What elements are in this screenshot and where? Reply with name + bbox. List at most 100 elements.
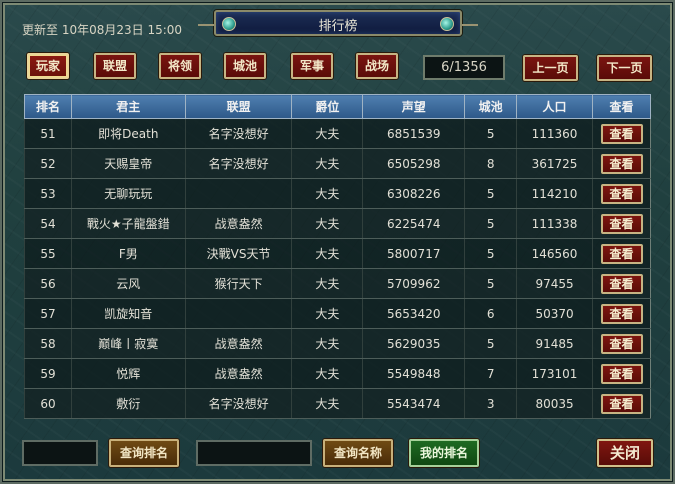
column-header-lord: 君主: [70, 94, 186, 119]
next-page-button[interactable]: 下一页: [597, 55, 652, 81]
title-cell: 大夫: [291, 148, 363, 179]
prestige-cell: 5709962: [362, 268, 465, 299]
update-time-label: 更新至 10年08月23日 15:00: [22, 23, 183, 37]
page-indicator: 6/1356: [423, 55, 505, 80]
lord-cell: 凯旋知音: [70, 298, 186, 329]
view-button[interactable]: 查看: [600, 183, 643, 204]
view-button[interactable]: 查看: [600, 123, 643, 144]
cities-cell: 5: [464, 178, 517, 209]
tab-military[interactable]: 军事: [291, 53, 333, 79]
view-cell: 查看: [592, 178, 651, 209]
population-cell: 114210: [516, 178, 593, 209]
lord-cell: 悦辉: [70, 358, 186, 389]
window-title: 排行榜: [318, 19, 358, 34]
cities-cell: 6: [464, 298, 517, 329]
view-button[interactable]: 查看: [600, 243, 643, 264]
view-cell: 查看: [592, 388, 651, 419]
table-row: 52 天赐皇帝 名字没想好 大夫 6505298 8 361725 查看: [24, 148, 651, 179]
title-cell: 大夫: [291, 358, 363, 389]
population-cell: 361725: [516, 148, 593, 179]
rank-cell: 52: [24, 148, 72, 179]
column-header-rank: 排名: [24, 94, 72, 119]
view-cell: 查看: [592, 328, 651, 359]
view-button[interactable]: 查看: [600, 393, 643, 414]
alliance-cell: 战意盎然: [184, 208, 292, 239]
my-rank-button[interactable]: 我的排名: [409, 439, 479, 467]
tab-general[interactable]: 将领: [159, 53, 201, 79]
view-cell: 查看: [592, 148, 651, 179]
cities-cell: 5: [464, 328, 517, 359]
lord-cell: 无聊玩玩: [70, 178, 186, 209]
table-header-row: 排名 君主 联盟 爵位 声望 城池 人口 查看: [24, 94, 651, 119]
table-row: 53 无聊玩玩 大夫 6308226 5 114210 查看: [24, 178, 651, 209]
table-row: 57 凯旋知音 大夫 5653420 6 50370 查看: [24, 298, 651, 329]
table-row: 59 悦辉 战意盎然 大夫 5549848 7 173101 查看: [24, 358, 651, 389]
rank-cell: 51: [24, 118, 72, 149]
prev-page-button[interactable]: 上一页: [523, 55, 578, 81]
alliance-cell: 猴行天下: [184, 268, 292, 299]
cities-cell: 7: [464, 358, 517, 389]
cities-cell: 5: [464, 238, 517, 269]
rank-cell: 58: [24, 328, 72, 359]
title-cell: 大夫: [291, 298, 363, 329]
cities-cell: 8: [464, 148, 517, 179]
prestige-cell: 6505298: [362, 148, 465, 179]
banner-hook-right: [462, 24, 478, 26]
tab-city[interactable]: 城池: [224, 53, 266, 79]
column-header-prestige: 声望: [362, 94, 466, 119]
lord-cell: 敷衍: [70, 388, 186, 419]
rank-cell: 56: [24, 268, 72, 299]
cities-cell: 5: [464, 118, 517, 149]
close-button[interactable]: 关闭: [597, 439, 653, 467]
view-button[interactable]: 查看: [600, 213, 643, 234]
view-cell: 查看: [592, 358, 651, 389]
cities-cell: 3: [464, 388, 517, 419]
tab-battlefield[interactable]: 战场: [356, 53, 398, 79]
lord-cell: 天赐皇帝: [70, 148, 186, 179]
rank-search-input[interactable]: [22, 440, 98, 466]
view-button[interactable]: 查看: [600, 363, 643, 384]
title-banner: 排行榜: [198, 10, 478, 36]
population-cell: 111338: [516, 208, 593, 239]
alliance-cell: 決戰VS天节: [184, 238, 292, 269]
cities-cell: 5: [464, 208, 517, 239]
view-button[interactable]: 查看: [600, 333, 643, 354]
table-body: 51 即将Death 名字没想好 大夫 6851539 5 111360 查看 …: [24, 118, 651, 419]
banner-hook-left: [198, 24, 214, 26]
view-cell: 查看: [592, 238, 651, 269]
rank-cell: 55: [24, 238, 72, 269]
query-rank-button[interactable]: 查询排名: [109, 439, 179, 467]
view-cell: 查看: [592, 118, 651, 149]
ranking-window: 排行榜 更新至 10年08月23日 15:00 玩家 联盟 将领 城池 军事 战…: [0, 0, 675, 484]
table-row: 55 F男 決戰VS天节 大夫 5800717 5 146560 查看: [24, 238, 651, 269]
alliance-cell: [184, 298, 292, 329]
view-button[interactable]: 查看: [600, 273, 643, 294]
alliance-cell: 名字没想好: [184, 118, 292, 149]
title-cell: 大夫: [291, 238, 363, 269]
table-row: 54 戰火★子龍盤錯 战意盎然 大夫 6225474 5 111338 查看: [24, 208, 651, 239]
table-row: 58 巅峰丨寂寞 战意盎然 大夫 5629035 5 91485 查看: [24, 328, 651, 359]
title-cell: 大夫: [291, 118, 363, 149]
name-search-input[interactable]: [196, 440, 312, 466]
rank-cell: 53: [24, 178, 72, 209]
column-header-title: 爵位: [291, 94, 364, 119]
view-button[interactable]: 查看: [600, 153, 643, 174]
column-header-population: 人口: [516, 94, 593, 119]
alliance-cell: 战意盎然: [184, 328, 292, 359]
query-name-button[interactable]: 查询名称: [323, 439, 393, 467]
prestige-cell: 6225474: [362, 208, 465, 239]
table-row: 56 云风 猴行天下 大夫 5709962 5 97455 查看: [24, 268, 651, 299]
lord-cell: 即将Death: [70, 118, 186, 149]
alliance-cell: 战意盎然: [184, 358, 292, 389]
table-row: 60 敷衍 名字没想好 大夫 5543474 3 80035 查看: [24, 388, 651, 419]
title-cell: 大夫: [291, 388, 363, 419]
tab-player[interactable]: 玩家: [27, 53, 69, 79]
title-cell: 大夫: [291, 328, 363, 359]
prestige-cell: 5800717: [362, 238, 465, 269]
view-button[interactable]: 查看: [600, 303, 643, 324]
lord-cell: 戰火★子龍盤錯: [70, 208, 186, 239]
jade-gem-icon: [440, 17, 454, 31]
tab-alliance[interactable]: 联盟: [94, 53, 136, 79]
column-header-alliance: 联盟: [184, 94, 293, 119]
table-row: 51 即将Death 名字没想好 大夫 6851539 5 111360 查看: [24, 118, 651, 149]
